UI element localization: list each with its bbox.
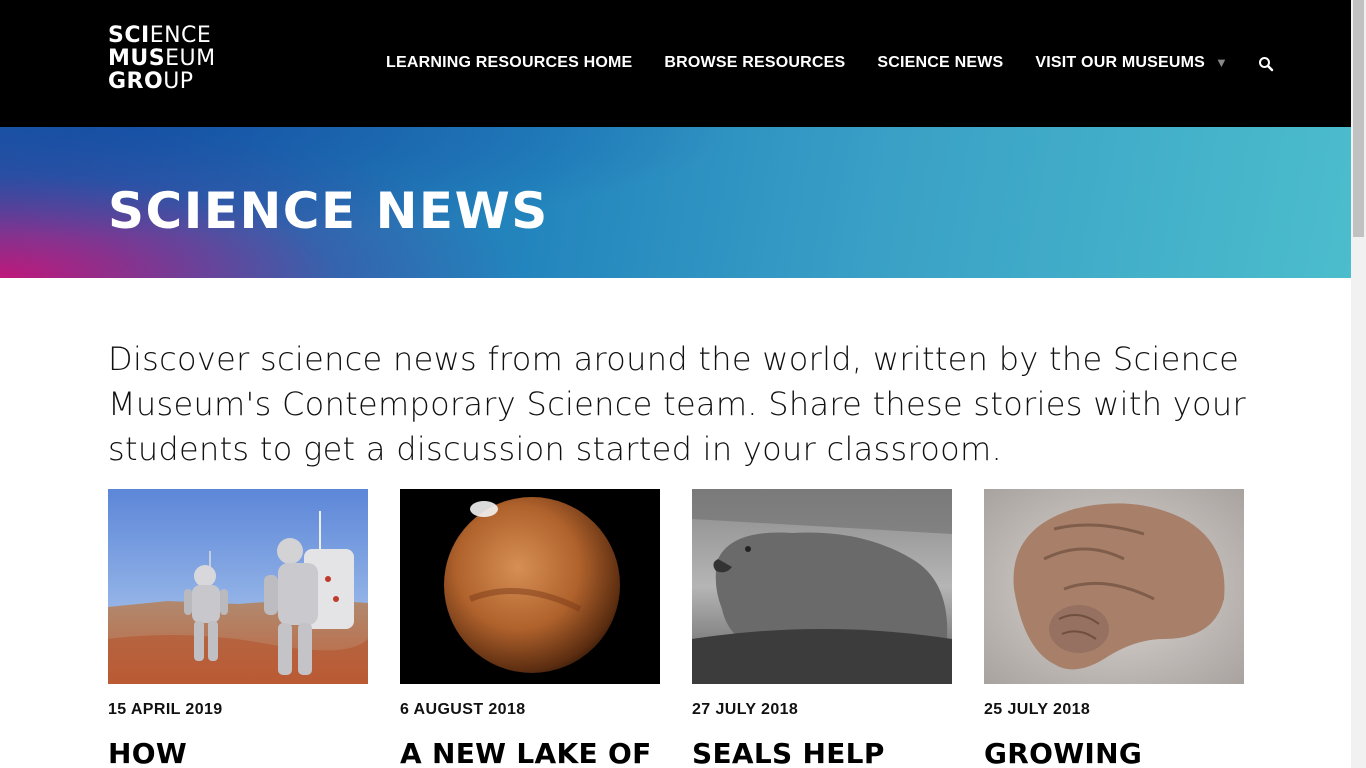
- nav-learning-resources-home[interactable]: LEARNING RESOURCES HOME: [386, 53, 632, 73]
- brain-specimen-image[interactable]: [984, 489, 1244, 684]
- search-icon[interactable]: [1258, 56, 1276, 74]
- logo-text: ENCE: [149, 23, 212, 48]
- news-card-grid: 15 APRIL 2019 HOW SCIENTISTS 6 AUGUST 20…: [108, 489, 1244, 768]
- card-date: 27 JULY 2018: [692, 701, 799, 718]
- card-title[interactable]: SEALS HELP: [692, 738, 952, 768]
- astronauts-desert-image[interactable]: [108, 489, 368, 684]
- site-header: SCIENCE MUSEUM GROUP LEARNING RESOURCES …: [0, 0, 1351, 127]
- card-title[interactable]: A NEW LAKE OF: [400, 738, 660, 768]
- main-nav: LEARNING RESOURCES HOME BROWSE RESOURCES…: [386, 52, 1276, 74]
- news-card[interactable]: 6 AUGUST 2018 A NEW LAKE OF: [400, 489, 660, 768]
- card-date: 25 JULY 2018: [984, 701, 1091, 718]
- nav-science-news[interactable]: SCIENCE NEWS: [877, 53, 1003, 73]
- logo-text: GRO: [108, 69, 164, 94]
- news-card[interactable]: 27 JULY 2018 SEALS HELP: [692, 489, 952, 768]
- card-date: 6 AUGUST 2018: [400, 701, 526, 718]
- logo-text: MUS: [108, 46, 166, 71]
- elephant-seal-image[interactable]: [692, 489, 952, 684]
- card-title[interactable]: GROWING: [984, 738, 1244, 768]
- scrollbar[interactable]: [1351, 0, 1366, 768]
- planet-mars-image[interactable]: [400, 489, 660, 684]
- science-museum-group-logo[interactable]: SCIENCE MUSEUM GROUP: [108, 24, 216, 93]
- card-title[interactable]: HOW SCIENTISTS: [108, 738, 368, 768]
- intro-paragraph: Discover science news from around the wo…: [108, 340, 1246, 468]
- logo-text: SCI: [108, 23, 150, 48]
- nav-browse-resources[interactable]: BROWSE RESOURCES: [664, 53, 845, 73]
- scrollbar-thumb[interactable]: [1353, 0, 1364, 237]
- news-card[interactable]: 15 APRIL 2019 HOW SCIENTISTS: [108, 489, 368, 768]
- news-card[interactable]: 25 JULY 2018 GROWING: [984, 489, 1244, 768]
- logo-text: UP: [163, 69, 194, 94]
- page-title: SCIENCE NEWS: [108, 182, 549, 240]
- nav-visit-our-museums[interactable]: VISIT OUR MUSEUMS ▼: [1035, 53, 1228, 73]
- card-date: 15 APRIL 2019: [108, 701, 223, 718]
- caret-down-icon[interactable]: ▼: [1215, 53, 1228, 73]
- hero-banner: SCIENCE NEWS: [0, 127, 1351, 278]
- logo-text: EUM: [165, 46, 216, 71]
- nav-visit-our-museums-label: VISIT OUR MUSEUMS: [1035, 54, 1206, 71]
